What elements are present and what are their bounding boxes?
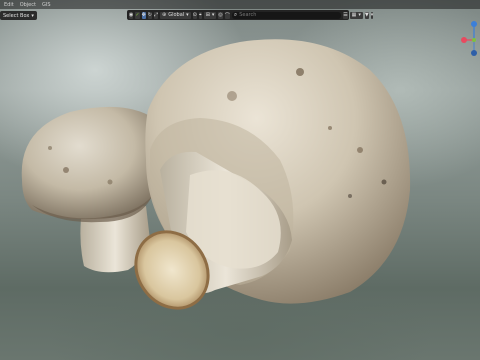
front-mushroom [134, 39, 411, 310]
dropdown-arrow-icon[interactable]: ▾ [370, 11, 374, 19]
neg-z-axis-icon[interactable] [471, 50, 477, 56]
mushroom-model[interactable] [0, 0, 480, 360]
search-icon: ⌕ [233, 11, 238, 18]
menu-gis[interactable]: GIS [42, 2, 51, 8]
move-tool-icon[interactable]: ✥ [141, 11, 146, 19]
search-field[interactable]: ⌕ [231, 11, 342, 19]
z-axis-icon[interactable] [471, 21, 477, 27]
select-box-dropdown[interactable]: Select Box ▾ [0, 11, 37, 20]
orientation-icon: ⊕ [162, 12, 167, 18]
snap-target-icon: ⊞ [205, 12, 210, 18]
check-icon[interactable]: ✓ [135, 11, 140, 19]
x-axis-icon[interactable] [461, 37, 467, 43]
chevron-down-icon: ▾ [186, 12, 189, 18]
filter-icon[interactable]: ▼ [364, 11, 369, 19]
chevron-down-icon: ▾ [31, 12, 34, 19]
display-mode-dropdown[interactable]: ▦ ▾ [349, 11, 363, 19]
display-mode-icon: ▦ [351, 12, 357, 18]
list-view-icon[interactable]: ☰ [343, 11, 348, 19]
viewport-header-toolbar: ◉ ✓ ✥ ↻ ⤢ ⊕ Global ▾ ⊙ ⌖ ⊞ ▾ ◎ ⌒ ⌕ ☰ ▦ ▾… [127, 10, 374, 20]
y-axis-icon[interactable] [472, 38, 476, 42]
navigation-gizmo[interactable] [456, 18, 480, 58]
rotate-tool-icon[interactable]: ↻ [147, 11, 152, 19]
snap-options-dropdown[interactable]: ⊞ ▾ [203, 11, 217, 19]
chevron-down-icon: ▾ [211, 12, 215, 18]
menu-bar: Edit Object GIS [0, 0, 480, 9]
falloff-icon[interactable]: ⌒ [224, 11, 230, 19]
menu-edit[interactable]: Edit [4, 2, 14, 8]
menu-object[interactable]: Object [20, 2, 36, 8]
transform-orientation-dropdown[interactable]: ⊕ Global ▾ [160, 11, 191, 19]
search-input[interactable] [239, 12, 340, 18]
select-box-label: Select Box [3, 12, 30, 19]
scale-tool-icon[interactable]: ⤢ [153, 11, 158, 19]
chevron-down-icon: ▾ [358, 12, 361, 18]
snap-icon[interactable]: ⌖ [198, 11, 202, 19]
pivot-icon[interactable]: ⊙ [192, 11, 197, 19]
transform-orientation-label: Global [168, 12, 185, 18]
proportional-edit-icon[interactable]: ◎ [218, 11, 223, 19]
visibility-icon[interactable]: ◉ [129, 11, 134, 19]
